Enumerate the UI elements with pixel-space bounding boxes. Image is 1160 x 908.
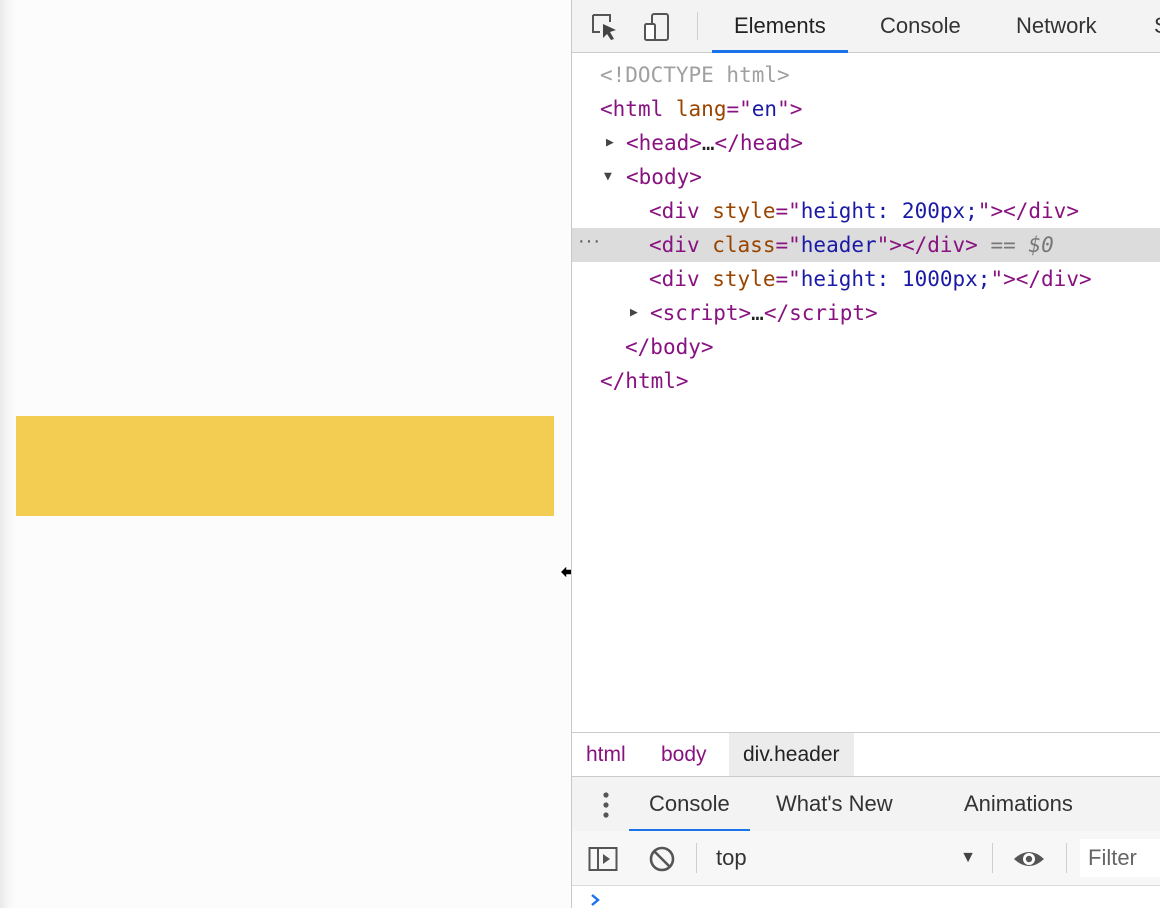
drawer-tab-whats-new[interactable]: What's New — [756, 777, 913, 831]
drawer-tab-animations[interactable]: Animations — [944, 777, 1093, 831]
tab-console[interactable]: Console — [858, 0, 983, 52]
dom-node-div-tall[interactable]: <div style="height: 1000px;"></div> — [572, 262, 1160, 296]
page-viewport — [0, 0, 588, 908]
header-element — [16, 416, 554, 516]
inspect-element-icon[interactable] — [590, 12, 620, 42]
drawer-menu-icon[interactable] — [594, 791, 618, 819]
device-toolbar-icon[interactable] — [642, 12, 672, 42]
dom-node-body[interactable]: ▼ <body> — [572, 160, 1160, 194]
tab-elements[interactable]: Elements — [712, 0, 848, 53]
toolbar-separator — [992, 843, 993, 873]
breadcrumb-div-header[interactable]: div.header — [729, 733, 854, 777]
dom-node-script[interactable]: ▶ <script>…</script> — [572, 296, 1160, 330]
dom-node-html[interactable]: <html lang="en"> — [572, 92, 1160, 126]
context-value: top — [716, 845, 747, 870]
console-toolbar: top ▼ — [572, 831, 1160, 886]
more-actions-icon[interactable]: ··· — [578, 224, 601, 258]
context-selector[interactable]: top ▼ — [706, 831, 976, 885]
expand-triangle-icon[interactable]: ▶ — [630, 296, 638, 330]
collapse-triangle-icon[interactable]: ▼ — [604, 160, 612, 194]
breadcrumb-body[interactable]: body — [647, 733, 721, 777]
devtools-toolbar: Elements Console Network S — [572, 0, 1160, 53]
eye-icon[interactable] — [1012, 845, 1046, 873]
dom-node-html-close[interactable]: </html> — [572, 364, 1160, 398]
dom-tree: <!DOCTYPE html> <html lang="en"> ▶ <head… — [572, 58, 1160, 398]
tab-sources[interactable]: S — [1132, 0, 1160, 52]
drawer-tab-console[interactable]: Console — [629, 777, 750, 832]
drawer-tabbar: Console What's New Animations — [572, 776, 1160, 832]
dom-node-div-spacer[interactable]: <div style="height: 200px;"></div> — [572, 194, 1160, 228]
toolbar-separator — [696, 843, 697, 873]
toolbar-separator — [697, 12, 698, 40]
breadcrumb: html body div.header — [572, 732, 1160, 777]
console-prompt-icon — [591, 894, 600, 906]
tab-network[interactable]: Network — [994, 0, 1119, 52]
console-filter-input[interactable] — [1080, 839, 1160, 877]
devtools-panel: Elements Console Network S <!DOCTYPE htm… — [571, 0, 1160, 908]
dom-node-body-close[interactable]: </body> — [572, 330, 1160, 364]
dom-node-doctype[interactable]: <!DOCTYPE html> — [572, 58, 1160, 92]
breadcrumb-html[interactable]: html — [572, 733, 640, 777]
dom-node-head[interactable]: ▶ <head>…</head> — [572, 126, 1160, 160]
clear-console-icon[interactable] — [647, 845, 677, 873]
dom-node-div-header[interactable]: ··· <div class="header"></div> == $0 — [572, 228, 1160, 262]
expand-triangle-icon[interactable]: ▶ — [606, 126, 614, 160]
console-output[interactable] — [572, 886, 1160, 908]
toolbar-separator — [1066, 843, 1067, 873]
dropdown-arrow-icon: ▼ — [960, 849, 976, 866]
sidebar-toggle-icon[interactable] — [588, 845, 618, 873]
